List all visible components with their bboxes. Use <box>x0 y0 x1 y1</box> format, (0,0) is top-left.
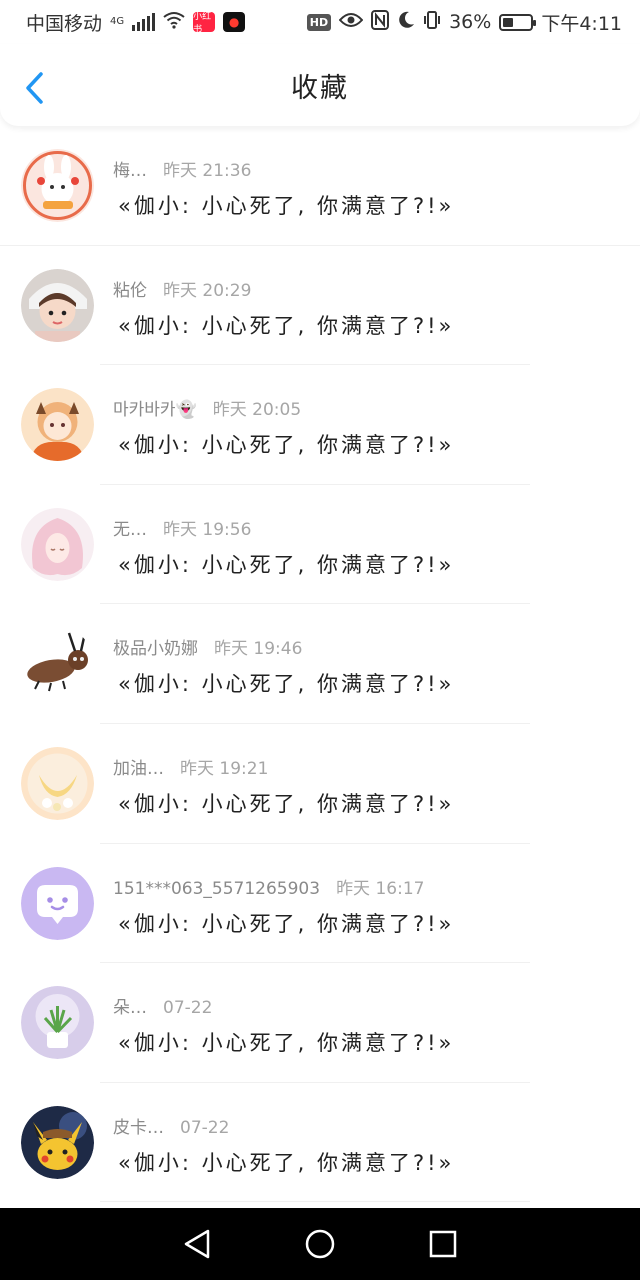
sender-name: 마카바카👻 <box>113 400 197 421</box>
sender-name: 极品小奶娜 <box>113 639 198 660</box>
favorite-list-item[interactable]: 마카바카👻 昨天 20:05 «伽小: 小心死了, 你满意了?!» <box>0 365 640 485</box>
wifi-icon <box>163 11 185 34</box>
message-text: «伽小: 小心死了, 你满意了?!» <box>118 1031 455 1056</box>
message-text: «伽小: 小心死了, 你满意了?!» <box>118 194 455 218</box>
record-app-icon: ● <box>223 12 246 32</box>
item-sender: 粘伦 昨天 20:29 <box>113 276 251 301</box>
nav-recents-button[interactable] <box>421 1222 465 1266</box>
page-title: 收藏 <box>291 72 349 104</box>
timestamp: 昨天 19:46 <box>214 639 303 660</box>
timestamp: 昨天 21:36 <box>163 161 252 181</box>
message-text: «伽小: 小心死了, 你满意了?!» <box>118 433 455 458</box>
nav-back-button[interactable] <box>175 1222 219 1266</box>
vibrate-icon <box>423 10 441 34</box>
timestamp: 昨天 20:29 <box>163 280 252 301</box>
item-sender: 朵… 07-22 <box>113 993 212 1018</box>
favorite-list-item[interactable]: 无… 昨天 19:56 «伽小: 小心死了, 你满意了?!» <box>0 485 640 605</box>
timestamp: 昨天 20:05 <box>212 400 302 421</box>
bug-avatar[interactable] <box>21 627 94 701</box>
item-sender: 无… 昨天 19:56 <box>113 515 251 540</box>
message-text: «伽小: 小心死了, 你满意了?!» <box>118 911 455 936</box>
nfc-icon <box>371 9 390 35</box>
sender-name: 皮卡… <box>113 1117 164 1138</box>
pink-hair-avatar[interactable] <box>21 507 94 581</box>
favorite-list-item[interactable]: 梅… 昨天 21:36 «伽小: 小心死了, 你满意了?!» <box>0 126 640 246</box>
eye-icon <box>338 11 364 33</box>
status-left: 中国移动 4G 小红书 ● <box>26 9 246 36</box>
favorite-list-item[interactable]: 皮卡… 07-22 «伽小: 小心死了, 你满意了?!» <box>0 1083 640 1203</box>
chevron-left-icon <box>26 72 43 104</box>
nav-home-button[interactable] <box>298 1222 342 1266</box>
message-text: «伽小: 小心死了, 你满意了?!» <box>118 313 455 338</box>
item-sender: 梅… 昨天 21:36 <box>113 156 251 181</box>
favorites-list: 梅… 昨天 21:36 «伽小: 小心死了, 你满意了?!» 粘伦 昨天 20:29 «伽… <box>0 126 640 1208</box>
sender-name: 朵… <box>113 998 147 1019</box>
message-text: «伽小: 小心死了, 你满意了?!» <box>118 791 455 816</box>
clock: 下午4:11 <box>541 12 622 35</box>
timestamp: 07-22 <box>180 1117 230 1138</box>
system-nav-bar <box>0 1208 640 1280</box>
item-sender: 마카바카👻 昨天 20:05 <box>113 395 301 420</box>
sender-name: 151***063_5571265903 <box>113 878 321 899</box>
battery-percent: 36% <box>449 11 492 33</box>
signal-icon <box>132 13 156 31</box>
timestamp: 昨天 19:56 <box>163 519 252 540</box>
anime-girl-avatar[interactable] <box>21 388 94 462</box>
message-text: «伽小: 小心死了, 你满意了?!» <box>118 1150 455 1175</box>
top-app-bar: 收藏 <box>0 44 640 126</box>
sender-name: 无… <box>113 519 147 540</box>
plant-avatar[interactable] <box>21 986 94 1060</box>
sender-name: 加油… <box>113 758 164 779</box>
sender-name: 粘伦 <box>113 280 147 301</box>
status-right: HD 36% 下午4:11 <box>306 9 622 36</box>
favorite-list-item[interactable]: 151***063_5571265903 昨天 16:17 «伽小: 小心死了, 你… <box>0 844 640 964</box>
network-type: 4G <box>110 16 125 27</box>
item-sender: 加油… 昨天 19:21 <box>113 754 268 779</box>
timestamp: 昨天 19:21 <box>180 758 269 779</box>
pikachu-avatar[interactable] <box>21 1105 94 1179</box>
message-text: «伽小: 小心死了, 你满意了?!» <box>118 552 455 577</box>
battery-icon <box>499 13 537 31</box>
chat-bubble-avatar[interactable] <box>21 866 94 940</box>
xiaohongshu-app-icon: 小红书 <box>193 12 216 35</box>
square-recents-icon <box>430 1230 457 1258</box>
carrier-label: 中国移动 <box>26 12 103 35</box>
favorite-list-item[interactable]: 粘伦 昨天 20:29 «伽小: 小心死了, 你满意了?!» <box>0 246 640 366</box>
divider <box>100 1201 530 1203</box>
item-sender: 151***063_5571265903 昨天 16:17 <box>113 874 424 899</box>
timestamp: 昨天 16:17 <box>336 878 425 899</box>
triangle-back-icon <box>184 1229 209 1259</box>
circle-home-icon <box>305 1229 335 1259</box>
favorite-list-item[interactable]: 朵… 07-22 «伽小: 小心死了, 你满意了?!» <box>0 963 640 1083</box>
sender-name: 梅… <box>113 161 147 181</box>
item-sender: 极品小奶娜 昨天 19:46 <box>113 634 302 659</box>
timestamp: 07-22 <box>163 998 213 1019</box>
moon-icon <box>397 11 415 34</box>
favorite-list-item[interactable]: 极品小奶娜 昨天 19:46 «伽小: 小心死了, 你满意了?!» <box>0 604 640 724</box>
status-bar: 中国移动 4G 小红书 ● HD 36% 下午4:11 <box>0 0 640 44</box>
girl-avatar[interactable] <box>21 268 94 342</box>
favorite-list-item[interactable]: 加油… 昨天 19:21 «伽小: 小心死了, 你满意了?!» <box>0 724 640 844</box>
moon-avatar[interactable] <box>21 746 94 820</box>
bunny-avatar[interactable] <box>21 149 94 222</box>
hd-badge: HD <box>306 13 332 31</box>
battery-fill <box>503 17 513 27</box>
item-sender: 皮卡… 07-22 <box>113 1113 229 1138</box>
message-text: «伽小: 小心死了, 你满意了?!» <box>118 672 455 697</box>
back-button[interactable] <box>16 70 52 106</box>
